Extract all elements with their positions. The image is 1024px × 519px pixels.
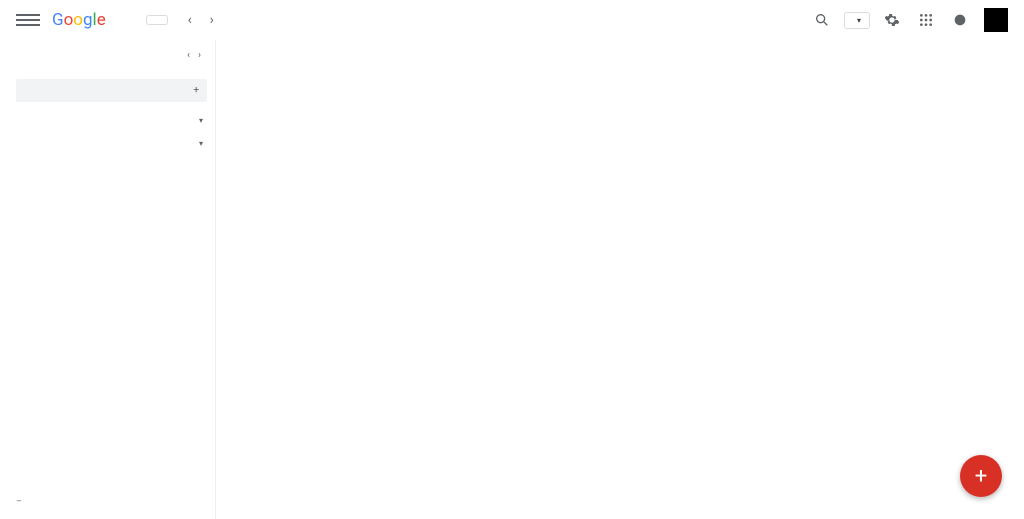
add-friend-calendar[interactable]: + [16, 79, 207, 102]
plus-icon: + [193, 85, 199, 96]
notifications-icon[interactable] [948, 8, 972, 32]
create-event-fab[interactable]: + [960, 455, 1002, 497]
weeks-container [216, 40, 1024, 519]
settings-gear-icon[interactable] [880, 8, 904, 32]
view-selector[interactable]: ▾ [844, 12, 870, 29]
other-calendars-toggle[interactable]: ▾ [16, 139, 207, 148]
search-icon[interactable] [810, 8, 834, 32]
sidebar: ‹ › + ▾ ▾ – [0, 40, 215, 519]
hamburger-menu-icon[interactable] [16, 8, 40, 32]
mini-prev-icon[interactable]: ‹ [187, 50, 190, 61]
today-button[interactable] [146, 15, 168, 25]
footer-links: – [16, 497, 207, 511]
calendar-grid [215, 40, 1024, 519]
chevron-down-icon: ▾ [199, 116, 203, 125]
mini-calendar-header: ‹ › [16, 50, 207, 65]
apps-grid-icon[interactable] [914, 8, 938, 32]
account-avatar[interactable] [984, 8, 1008, 32]
month-nav: ‹ › [180, 10, 222, 30]
google-calendar-logo[interactable]: Google [52, 10, 110, 30]
chevron-down-icon: ▾ [199, 139, 203, 148]
header: Google ‹ › ▾ [0, 0, 1024, 40]
plus-icon: + [975, 464, 987, 489]
my-calendars-toggle[interactable]: ▾ [16, 116, 207, 125]
prev-month-icon[interactable]: ‹ [180, 10, 200, 30]
mini-next-icon[interactable]: › [198, 50, 201, 61]
chevron-down-icon: ▾ [857, 16, 861, 25]
next-month-icon[interactable]: › [202, 10, 222, 30]
